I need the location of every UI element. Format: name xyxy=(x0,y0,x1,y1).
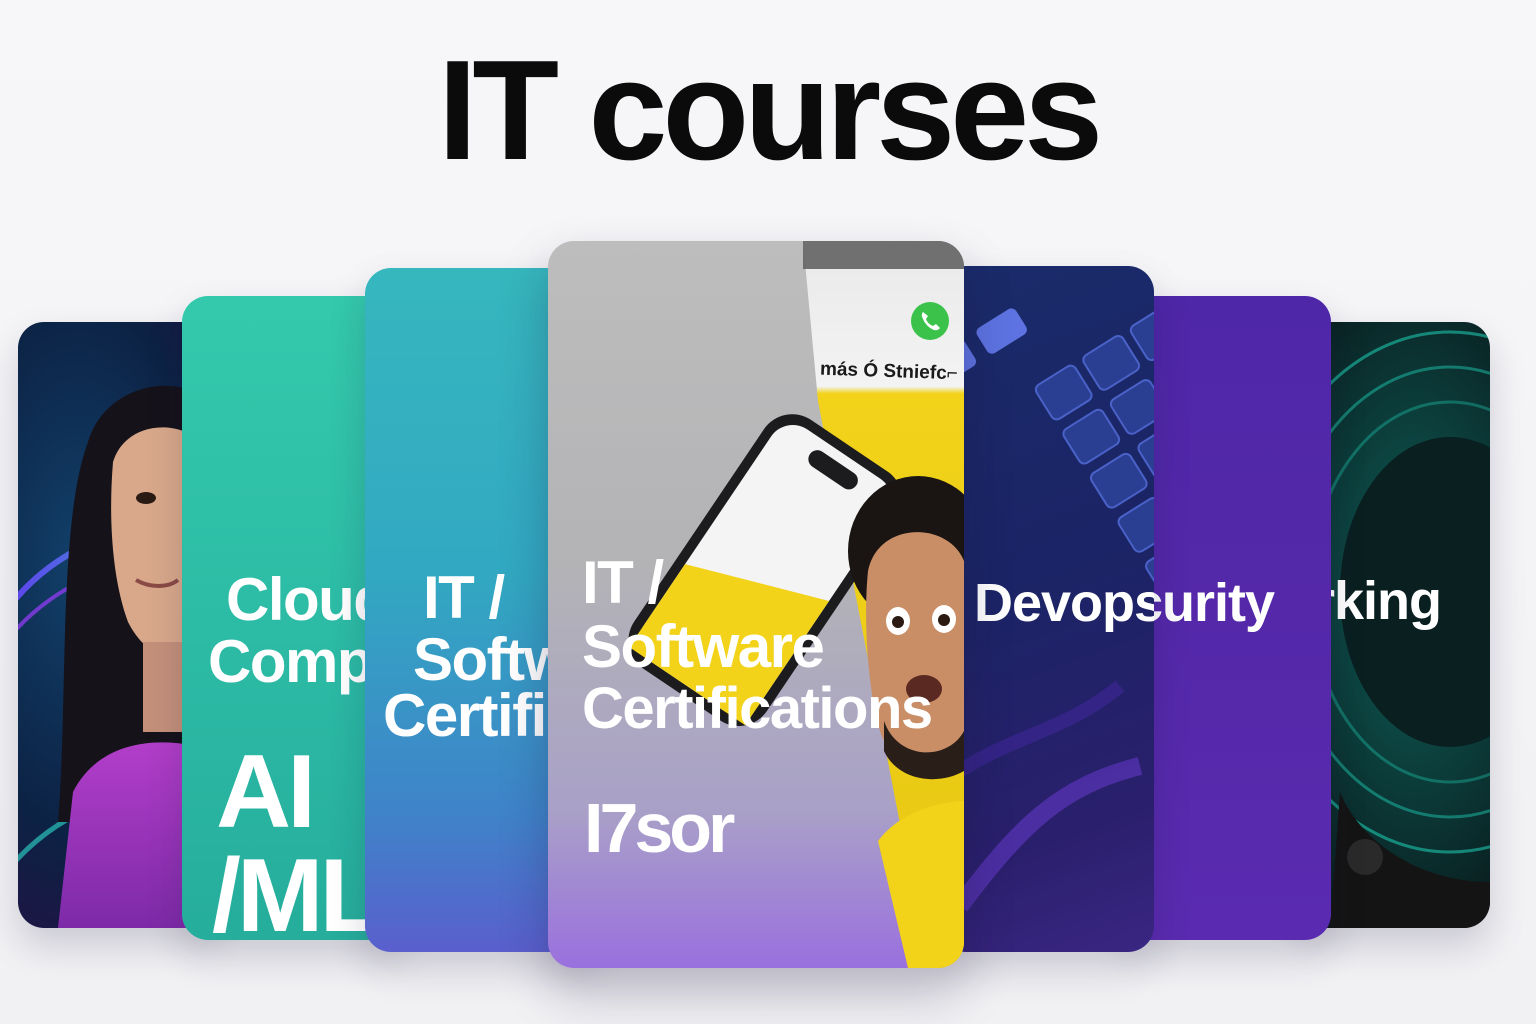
card-title-line1: IT / xyxy=(423,564,505,631)
card-title: Devops xyxy=(974,573,1154,633)
card-title: rking xyxy=(1314,571,1442,631)
card-label-line1: AI xyxy=(216,734,316,850)
course-card-it-software-featured[interactable]: más Ó Stniefc⌐ IT / Software Certificati… xyxy=(548,241,964,968)
card-title-line1: IT / xyxy=(582,549,664,616)
course-card-devops[interactable]: Devops xyxy=(940,266,1154,952)
card-title-line2: Comp xyxy=(208,628,373,695)
card-title-line2: Softw xyxy=(413,626,570,693)
card-footer: I7sor xyxy=(584,789,735,867)
card-title-line2: Software xyxy=(582,613,825,680)
card-title-line3: Certifications xyxy=(582,676,933,741)
phone-call-icon[interactable] xyxy=(910,301,950,341)
card-title: curity xyxy=(1133,573,1275,633)
course-card-security[interactable]: curity xyxy=(1125,296,1331,940)
page-title: IT courses xyxy=(437,31,1103,190)
card-label-line2: /ML xyxy=(212,838,383,940)
